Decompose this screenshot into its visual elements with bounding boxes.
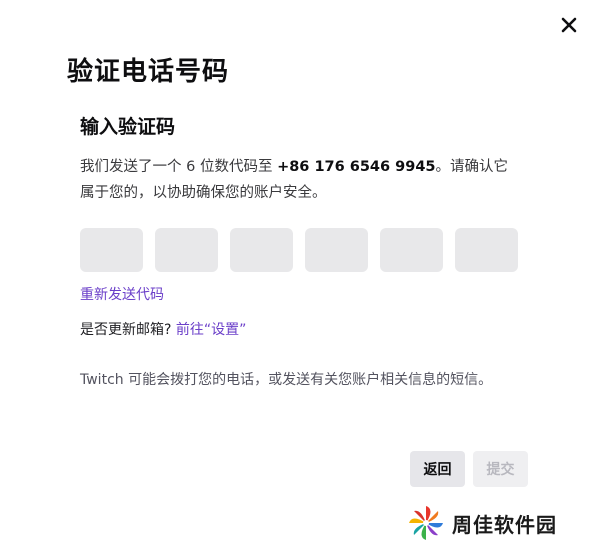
verification-description: 我们发送了一个 6 位数代码至 +86 176 6546 9945。请确认它属于… <box>80 154 520 206</box>
update-email-prompt: 是否更新邮箱? 前往“设置” <box>80 320 246 340</box>
email-question: 是否更新邮箱? <box>80 322 176 338</box>
call-notice: Twitch 可能会拨打您的电话，或发送有关您账户相关信息的短信。 <box>80 372 493 388</box>
back-button[interactable]: 返回 <box>410 451 465 487</box>
code-input-group <box>80 228 518 272</box>
code-digit-6[interactable] <box>455 228 518 272</box>
description-prefix: 我们发送了一个 6 位数代码至 <box>80 159 278 175</box>
code-digit-3[interactable] <box>230 228 293 272</box>
dialog-subtitle: 输入验证码 <box>80 116 176 138</box>
code-digit-2[interactable] <box>155 228 218 272</box>
code-digit-1[interactable] <box>80 228 143 272</box>
dialog-title: 验证电话号码 <box>67 57 230 87</box>
watermark-text: 周佳软件园 <box>452 512 557 537</box>
verify-phone-dialog: 验证电话号码 输入验证码 我们发送了一个 6 位数代码至 +86 176 654… <box>0 0 600 550</box>
submit-button[interactable]: 提交 <box>473 451 528 487</box>
code-digit-5[interactable] <box>380 228 443 272</box>
resend-code-link[interactable]: 重新发送代码 <box>80 285 164 305</box>
pinwheel-logo-icon <box>409 506 443 540</box>
phone-number: +86 176 6546 9945 <box>277 159 436 175</box>
code-digit-4[interactable] <box>305 228 368 272</box>
watermark: 周佳软件园 <box>406 503 557 543</box>
go-to-settings-link[interactable]: 前往“设置” <box>176 322 247 338</box>
close-icon[interactable] <box>556 12 582 38</box>
